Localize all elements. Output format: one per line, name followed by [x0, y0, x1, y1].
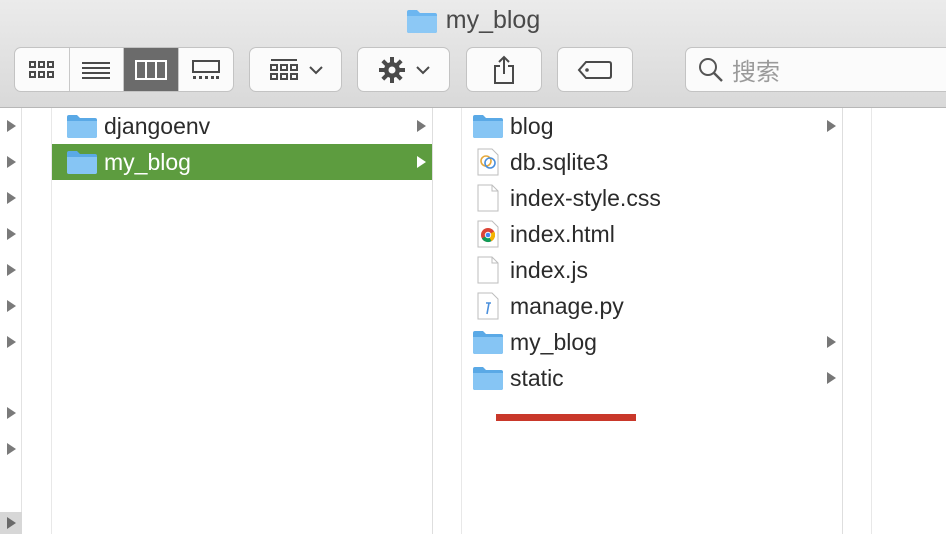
disclosure-triangle-icon: [417, 120, 426, 132]
list-item[interactable]: manage.py: [462, 288, 842, 324]
view-mode-control: [14, 47, 234, 92]
share-button[interactable]: [466, 47, 542, 92]
disclosure-triangle-icon: [7, 228, 16, 240]
icon-view-button[interactable]: [15, 48, 70, 91]
folder-icon: [62, 113, 102, 139]
previous-column[interactable]: [0, 108, 22, 534]
item-name: my_blog: [510, 328, 597, 355]
window-toolbar: my_blog 搜索: [0, 0, 946, 108]
folder-icon: [468, 365, 508, 391]
column-view-button[interactable]: [124, 48, 179, 91]
item-name: index-style.css: [510, 184, 661, 211]
document-icon: [468, 184, 508, 212]
list-item[interactable]: index.js: [462, 252, 842, 288]
list-item[interactable]: static: [462, 360, 842, 396]
column-divider[interactable]: [843, 108, 872, 534]
scrollbar[interactable]: [0, 512, 22, 534]
window-title: my_blog: [0, 6, 946, 35]
tags-button[interactable]: [557, 47, 633, 92]
disclosure-triangle-icon: [7, 336, 16, 348]
gallery-view-button[interactable]: [179, 48, 234, 91]
list-item[interactable]: my_blog: [462, 324, 842, 360]
sqlite-file-icon: [468, 148, 508, 176]
disclosure-triangle-icon: [7, 443, 16, 455]
gear-icon: [378, 56, 405, 83]
disclosure-triangle-icon: [827, 372, 836, 384]
list-view-icon: [82, 61, 111, 79]
disclosure-triangle-icon: [827, 120, 836, 132]
search-icon: [699, 57, 723, 82]
list-item[interactable]: index-style.css: [462, 180, 842, 216]
item-name: manage.py: [510, 292, 624, 319]
disclosure-triangle-icon: [7, 192, 16, 204]
folder-icon: [406, 9, 437, 33]
chevron-down-icon: [308, 65, 323, 74]
item-name: blog: [510, 112, 554, 139]
disclosure-triangle-icon: [827, 336, 836, 348]
disclosure-triangle-icon: [417, 156, 426, 168]
column-browser: djangoenv my_blog blog db.sqlite3 index-…: [0, 108, 946, 534]
column-divider[interactable]: [433, 108, 462, 534]
action-button[interactable]: [357, 47, 450, 92]
item-name: db.sqlite3: [510, 148, 609, 175]
folder-icon: [468, 329, 508, 355]
list-item[interactable]: index.html: [462, 216, 842, 252]
annotation-underline: [496, 414, 636, 421]
window-title-text: my_blog: [445, 6, 541, 34]
share-icon: [494, 55, 514, 84]
item-name: index.js: [510, 256, 588, 283]
gallery-view-icon: [191, 59, 220, 79]
search-placeholder: 搜索: [732, 58, 780, 86]
column-view-icon: [134, 59, 167, 80]
search-field[interactable]: 搜索: [685, 47, 946, 92]
item-name: djangoenv: [104, 112, 211, 139]
column-contents: blog db.sqlite3 index-style.css index.ht…: [462, 108, 843, 534]
icon-view-icon: [28, 60, 54, 78]
document-icon: [468, 256, 508, 284]
item-name: index.html: [510, 220, 615, 247]
chrome-html-file-icon: [468, 220, 508, 248]
disclosure-triangle-icon: [7, 407, 16, 419]
list-item[interactable]: db.sqlite3: [462, 144, 842, 180]
disclosure-triangle-icon: [7, 156, 16, 168]
disclosure-triangle-icon: [7, 120, 16, 132]
folder-icon: [468, 113, 508, 139]
item-name: my_blog: [104, 148, 191, 175]
column-parent: djangoenv my_blog: [52, 108, 433, 534]
disclosure-triangle-icon: [7, 300, 16, 312]
python-file-icon: [468, 292, 508, 320]
disclosure-triangle-icon: [7, 264, 16, 276]
item-name: static: [510, 364, 564, 391]
disclosure-triangle-icon: [7, 517, 16, 529]
list-view-button[interactable]: [70, 48, 124, 91]
tag-icon: [577, 60, 612, 79]
folder-icon: [62, 149, 102, 175]
list-item-selected[interactable]: my_blog: [52, 144, 432, 180]
chevron-down-icon: [415, 65, 430, 74]
list-item[interactable]: djangoenv: [52, 108, 432, 144]
list-item[interactable]: blog: [462, 108, 842, 144]
group-icon: [269, 58, 298, 80]
group-button[interactable]: [249, 47, 342, 92]
column-divider[interactable]: [22, 108, 52, 534]
